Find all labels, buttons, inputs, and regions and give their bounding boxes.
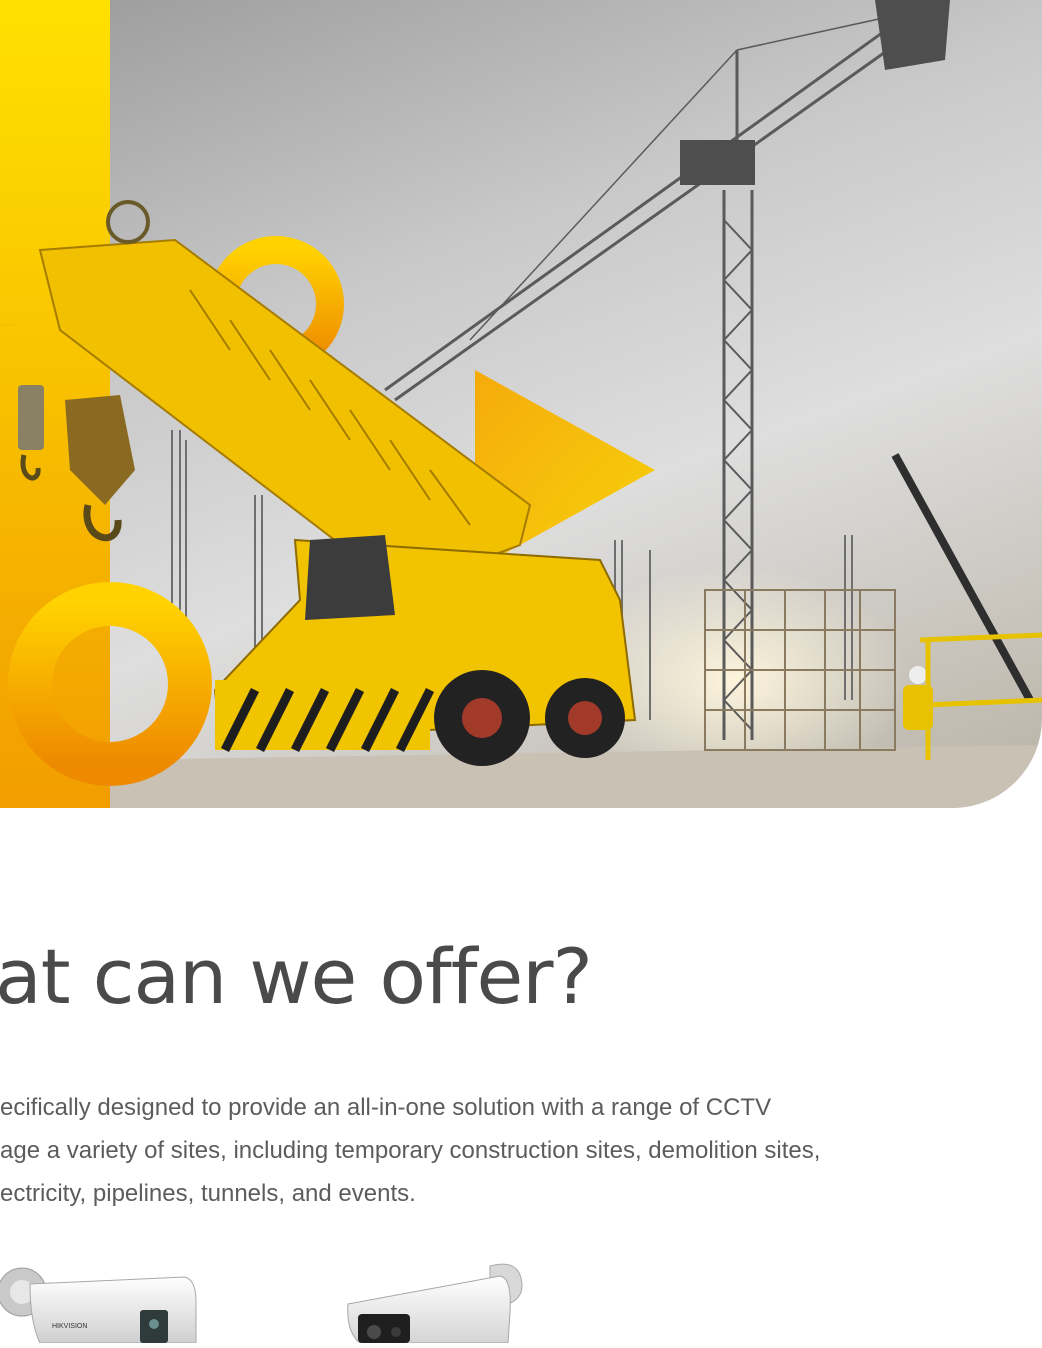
ring-shape-large bbox=[8, 582, 212, 786]
bullet-camera-icon bbox=[347, 1263, 523, 1344]
description-line: ecifically designed to provide an all-in… bbox=[0, 1094, 772, 1121]
hero-illustration bbox=[0, 0, 1042, 808]
product-camera-2[interactable] bbox=[340, 1262, 530, 1344]
section-description: ecifically designed to provide an all-in… bbox=[0, 1086, 900, 1215]
crane-counterweight bbox=[875, 0, 950, 70]
bullet-camera-icon: HIKVISION bbox=[0, 1267, 197, 1344]
description-line: age a variety of sites, including tempor… bbox=[0, 1137, 821, 1164]
section-heading: hat can we offer? bbox=[0, 932, 593, 1021]
camera-brand-label: HIKVISION bbox=[52, 1323, 87, 1330]
product-camera-1[interactable]: HIKVISION bbox=[0, 1262, 200, 1344]
hero-banner bbox=[0, 0, 1042, 808]
crane-cab bbox=[680, 140, 755, 185]
description-line: ectricity, pipelines, tunnels, and event… bbox=[0, 1180, 416, 1207]
